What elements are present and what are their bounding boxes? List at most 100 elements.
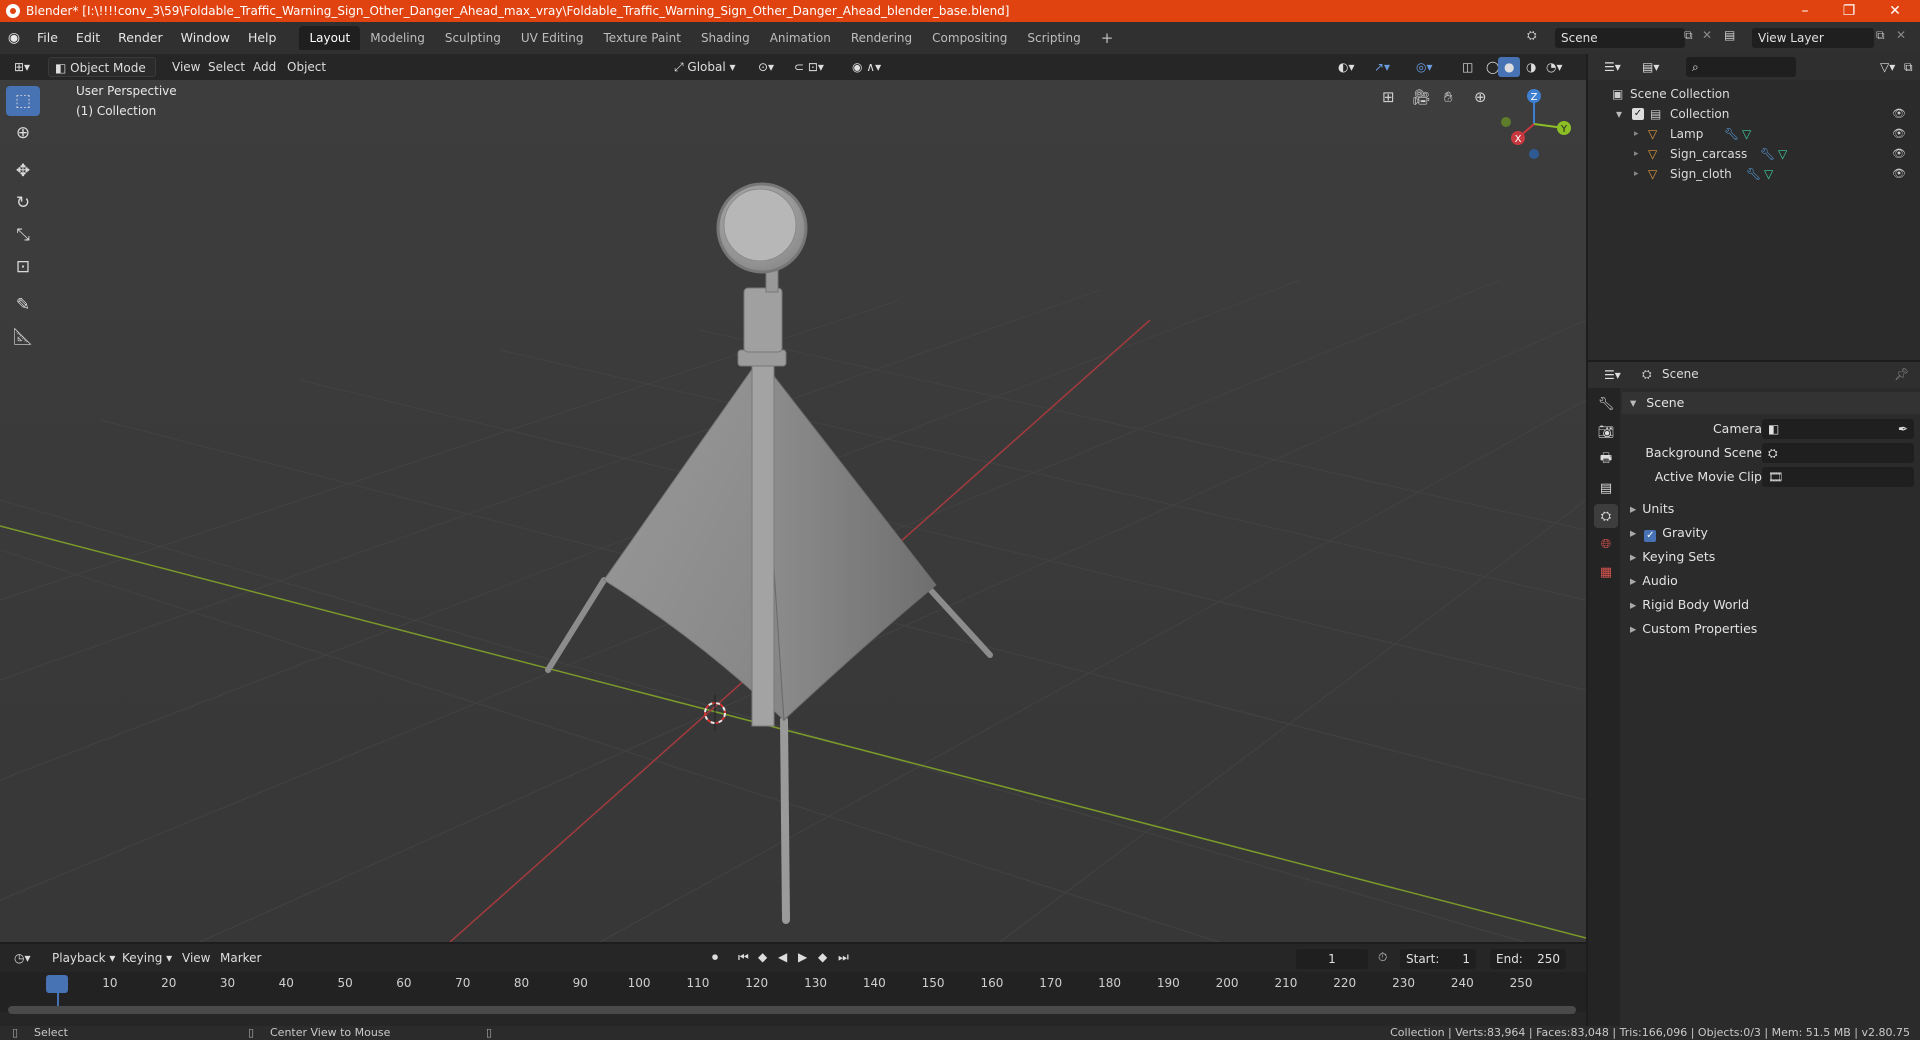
render-tab-icon[interactable]: 📷︎ bbox=[1594, 420, 1618, 444]
play-icon[interactable]: ▶ bbox=[798, 950, 807, 964]
snap-icon[interactable]: ⊂ ⊡▾ bbox=[788, 57, 830, 77]
gizmo-toggle-icon[interactable]: ↗▾ bbox=[1368, 57, 1396, 77]
tab-texture-paint[interactable]: Texture Paint bbox=[594, 26, 691, 50]
tab-rendering[interactable]: Rendering bbox=[841, 26, 922, 50]
solid-shading-icon[interactable]: ● bbox=[1498, 57, 1521, 77]
annotate-tool-icon[interactable]: ✎ bbox=[6, 290, 40, 320]
tool-tab-icon[interactable]: 🔧︎ bbox=[1594, 392, 1618, 416]
menu-add[interactable]: Add bbox=[247, 57, 282, 77]
panel-units[interactable]: ▸ Units bbox=[1622, 498, 1920, 520]
scene-browse-icon[interactable]: ⛭ bbox=[1527, 28, 1537, 43]
viewlayer-selector[interactable]: View Layer bbox=[1752, 28, 1874, 48]
movie-clip-field[interactable]: 🎞︎ bbox=[1762, 467, 1914, 487]
zoom-view-icon[interactable]: ⊕ bbox=[1474, 88, 1487, 106]
scale-tool-icon[interactable]: ⤡ bbox=[6, 220, 40, 250]
scene-tab-icon[interactable]: ⛭ bbox=[1594, 504, 1618, 528]
orientation-dropdown[interactable]: ⤢ Global ▾ bbox=[668, 57, 742, 77]
menu-view[interactable]: View bbox=[166, 57, 206, 77]
editor-type-icon[interactable]: ⊞▾ bbox=[8, 57, 36, 77]
3d-viewport[interactable]: User Perspective (1) Collection ⊞ 🎥︎ ✋︎ … bbox=[0, 80, 1586, 942]
tab-uv-editing[interactable]: UV Editing bbox=[511, 26, 594, 50]
tab-scripting[interactable]: Scripting bbox=[1017, 26, 1090, 50]
add-workspace-button[interactable]: + bbox=[1091, 26, 1124, 50]
expand-arrow-icon[interactable]: ▸ bbox=[1634, 124, 1639, 144]
minimize-button[interactable]: – bbox=[1782, 0, 1828, 22]
texture-tab-icon[interactable]: ▦ bbox=[1594, 560, 1618, 584]
timeline-editor-type-icon[interactable]: ◷▾ bbox=[8, 948, 37, 968]
tree-scene-collection[interactable]: ▣ Scene Collection bbox=[1588, 84, 1920, 104]
tree-object-sign-carcass[interactable]: ▸ ▽ Sign_carcass 🔧︎ ▽ 👁︎ bbox=[1588, 144, 1920, 164]
tab-animation[interactable]: Animation bbox=[760, 26, 841, 50]
properties-editor-type-icon[interactable]: ☰▾ bbox=[1598, 365, 1627, 385]
tree-object-sign-cloth[interactable]: ▸ ▽ Sign_cloth 🔧︎ ▽ 👁︎ bbox=[1588, 164, 1920, 184]
gravity-checkbox[interactable]: ✓ bbox=[1644, 530, 1657, 542]
pan-view-icon[interactable]: ✋︎ bbox=[1444, 88, 1453, 106]
navigation-gizmo[interactable]: Z Y X bbox=[1494, 84, 1574, 164]
start-frame-field[interactable]: Start: 1 bbox=[1400, 949, 1476, 969]
expand-arrow-icon[interactable]: ▸ bbox=[1634, 144, 1639, 164]
tab-compositing[interactable]: Compositing bbox=[922, 26, 1017, 50]
expand-arrow-icon[interactable]: ▸ bbox=[1634, 164, 1639, 184]
next-keyframe-icon[interactable]: ◆ bbox=[818, 950, 827, 964]
menu-help[interactable]: Help bbox=[239, 27, 286, 49]
measure-tool-icon[interactable]: 📐︎ bbox=[6, 322, 40, 352]
viewlayer-browse-icon[interactable]: ▤ bbox=[1724, 28, 1735, 42]
panel-rigid-body-world[interactable]: ▸ Rigid Body World bbox=[1622, 594, 1920, 616]
timeline-scrollbar[interactable] bbox=[8, 1006, 1576, 1014]
select-box-tool-icon[interactable]: ⬚ bbox=[6, 86, 40, 116]
xray-icon[interactable]: ◫ bbox=[1456, 57, 1479, 77]
pivot-icon[interactable]: ⊙▾ bbox=[752, 57, 780, 77]
eyedropper-icon[interactable]: ✒ bbox=[1898, 418, 1908, 440]
jump-end-icon[interactable]: ⏭ bbox=[838, 950, 849, 965]
prev-keyframe-icon[interactable]: ◆ bbox=[758, 950, 767, 964]
panel-keying-sets[interactable]: ▸ Keying Sets bbox=[1622, 546, 1920, 568]
jump-start-icon[interactable]: ⏮ bbox=[738, 950, 749, 965]
menu-edit[interactable]: Edit bbox=[67, 27, 109, 49]
collapse-arrow-icon[interactable]: ▾ bbox=[1616, 104, 1622, 124]
visibility-icon[interactable]: ◐▾ bbox=[1332, 57, 1361, 77]
viewlayer-tab-icon[interactable]: ▤ bbox=[1594, 476, 1618, 500]
close-button[interactable]: ✕ bbox=[1872, 0, 1918, 22]
tree-object-lamp[interactable]: ▸ ▽ Lamp 🔧︎ ▽ 👁︎ bbox=[1588, 124, 1920, 144]
tab-layout[interactable]: Layout bbox=[299, 26, 361, 50]
move-tool-icon[interactable]: ✥ bbox=[6, 156, 40, 186]
cursor-tool-icon[interactable]: ⊕ bbox=[6, 118, 40, 148]
stopwatch-icon[interactable]: ⏱ bbox=[1378, 950, 1387, 965]
overlays-icon[interactable]: ◎▾ bbox=[1410, 57, 1439, 77]
panel-custom-properties[interactable]: ▸ Custom Properties bbox=[1622, 618, 1920, 640]
menu-marker[interactable]: Marker bbox=[214, 948, 267, 968]
world-tab-icon[interactable]: 🌐︎ bbox=[1594, 532, 1618, 556]
perspective-toggle-icon[interactable]: ⊞ bbox=[1382, 88, 1395, 106]
collection-visibility-icon[interactable]: 👁︎ bbox=[1892, 104, 1906, 124]
tab-sculpting[interactable]: Sculpting bbox=[435, 26, 511, 50]
lamp-visibility-icon[interactable]: 👁︎ bbox=[1892, 124, 1906, 144]
menu-window[interactable]: Window bbox=[172, 27, 239, 49]
exclude-checkbox[interactable]: ✓ bbox=[1632, 108, 1644, 120]
new-scene-icon[interactable]: ⧉ bbox=[1684, 28, 1693, 43]
display-mode-icon[interactable]: ▤▾ bbox=[1636, 57, 1665, 77]
pin-icon[interactable]: 📌︎ bbox=[1894, 367, 1909, 381]
menu-file[interactable]: File bbox=[28, 27, 67, 49]
menu-select[interactable]: Select bbox=[202, 57, 251, 77]
transform-tool-icon[interactable]: ⊡ bbox=[6, 252, 40, 282]
tab-modeling[interactable]: Modeling bbox=[360, 26, 435, 50]
rendered-shading-icon[interactable]: ◔▾ bbox=[1540, 57, 1569, 77]
rotate-tool-icon[interactable]: ↻ bbox=[6, 188, 40, 218]
proportional-edit-icon[interactable]: ◉ ∧▾ bbox=[846, 57, 887, 77]
maximize-button[interactable]: ❐ bbox=[1826, 0, 1872, 22]
menu-keying[interactable]: Keying ▾ bbox=[116, 948, 178, 968]
output-tab-icon[interactable]: 🖶︎ bbox=[1594, 448, 1618, 472]
record-icon[interactable]: ⏺ bbox=[712, 950, 718, 965]
new-collection-icon[interactable]: ⧉ bbox=[1898, 57, 1919, 77]
background-scene-field[interactable]: ⛭ bbox=[1762, 443, 1914, 463]
tab-shading[interactable]: Shading bbox=[691, 26, 760, 50]
panel-audio[interactable]: ▸ Audio bbox=[1622, 570, 1920, 592]
new-viewlayer-icon[interactable]: ⧉ bbox=[1876, 28, 1885, 43]
outliner-editor-type-icon[interactable]: ☰▾ bbox=[1598, 57, 1627, 77]
tree-collection[interactable]: ▾ ✓ ▤ Collection 👁︎ bbox=[1588, 104, 1920, 124]
end-frame-field[interactable]: End: 250 bbox=[1490, 949, 1566, 969]
menu-timeline-view[interactable]: View bbox=[176, 948, 216, 968]
sign-cloth-visibility-icon[interactable]: 👁︎ bbox=[1892, 164, 1906, 184]
playhead[interactable] bbox=[46, 975, 68, 993]
menu-object[interactable]: Object bbox=[281, 57, 332, 77]
